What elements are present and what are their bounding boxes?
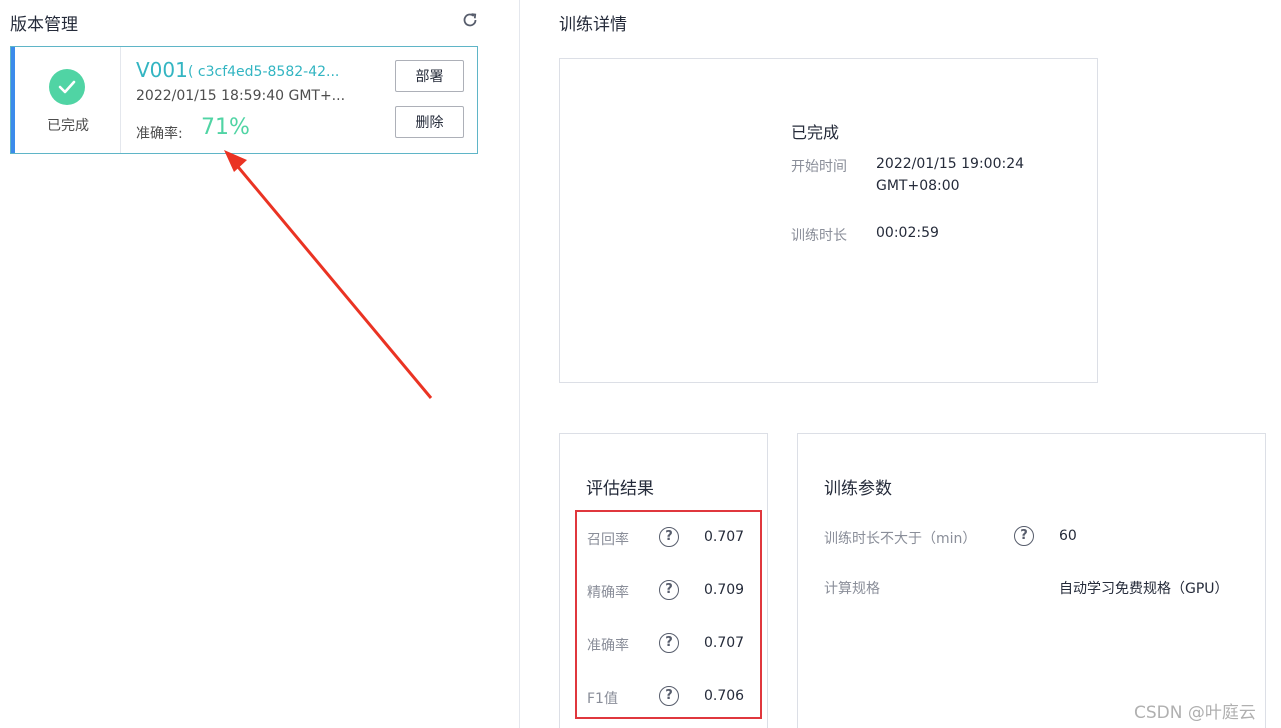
metric-row-precision: 精确率 ? 0.709: [577, 576, 764, 606]
metric-row-recall: 召回率 ? 0.707: [577, 523, 764, 553]
version-time: 2022/01/15 18:59:40 GMT+...: [136, 88, 346, 104]
evaluation-title: 评估结果: [586, 479, 654, 499]
question-circle-icon[interactable]: ?: [659, 686, 679, 706]
duration-value: 00:02:59: [876, 225, 939, 241]
max-duration-label: 训练时长不大于（min）: [824, 531, 977, 547]
params-title: 训练参数: [824, 479, 892, 499]
question-circle-icon[interactable]: ?: [659, 580, 679, 600]
status-label: 已完成: [47, 118, 89, 134]
version-id: ( c3cf4ed5-8582-42...: [188, 64, 340, 80]
max-duration-value: 60: [1059, 528, 1077, 544]
panel-title: 版本管理: [10, 15, 78, 35]
refresh-icon[interactable]: [461, 11, 479, 29]
version-management-panel: 版本管理 已完成 V001 ( c3cf4ed5-8582-42... 2022…: [0, 0, 520, 728]
metric-value: 0.706: [704, 688, 745, 704]
deploy-button[interactable]: 部署: [395, 60, 464, 92]
accuracy-value: 71%: [201, 115, 250, 140]
metric-row-accuracy: 准确率 ? 0.707: [577, 629, 764, 659]
metric-value: 0.709: [704, 582, 745, 598]
question-circle-icon[interactable]: ?: [659, 527, 679, 547]
training-detail-box: 已完成 开始时间 2022/01/15 19:00:24 GMT+08:00 训…: [559, 58, 1098, 383]
metric-value: 0.707: [704, 635, 745, 651]
question-circle-icon[interactable]: ?: [1014, 526, 1034, 546]
version-card[interactable]: 已完成 V001 ( c3cf4ed5-8582-42... 2022/01/1…: [10, 46, 478, 154]
check-circle-icon: [49, 69, 85, 105]
compute-spec-value: 自动学习免费规格（GPU）: [1059, 581, 1229, 597]
duration-label: 训练时长: [791, 228, 847, 244]
start-time-line1: 2022/01/15 19:00:24: [876, 156, 1025, 172]
accuracy-label: 准确率:: [136, 126, 183, 142]
metric-row-f1: F1值 ? 0.706: [577, 682, 764, 712]
metric-label: F1值: [587, 691, 618, 707]
training-status: 已完成: [791, 123, 840, 142]
metrics-highlight-box: 召回率 ? 0.707 精确率 ? 0.709 准确率 ? 0.707 F1值 …: [575, 510, 762, 719]
evaluation-box: 评估结果 召回率 ? 0.707 精确率 ? 0.709 准确率 ? 0.707…: [559, 433, 768, 728]
start-time-label: 开始时间: [791, 159, 847, 175]
metric-label: 准确率: [587, 638, 629, 654]
start-time-value: 2022/01/15 19:00:24 GMT+08:00: [876, 153, 1024, 197]
metric-label: 召回率: [587, 532, 629, 548]
compute-spec-label: 计算规格: [824, 581, 880, 597]
watermark: CSDN @叶庭云: [1134, 703, 1256, 723]
question-circle-icon[interactable]: ?: [659, 633, 679, 653]
training-params-box: 训练参数 训练时长不大于（min） ? 60 计算规格 自动学习免费规格（GPU…: [797, 433, 1266, 728]
version-name[interactable]: V001: [136, 58, 188, 82]
metric-label: 精确率: [587, 585, 629, 601]
start-time-line2: GMT+08:00: [876, 178, 960, 194]
metric-value: 0.707: [704, 529, 745, 545]
delete-button[interactable]: 删除: [395, 106, 464, 138]
status-block: 已完成: [15, 47, 121, 153]
training-detail-title: 训练详情: [559, 15, 627, 35]
